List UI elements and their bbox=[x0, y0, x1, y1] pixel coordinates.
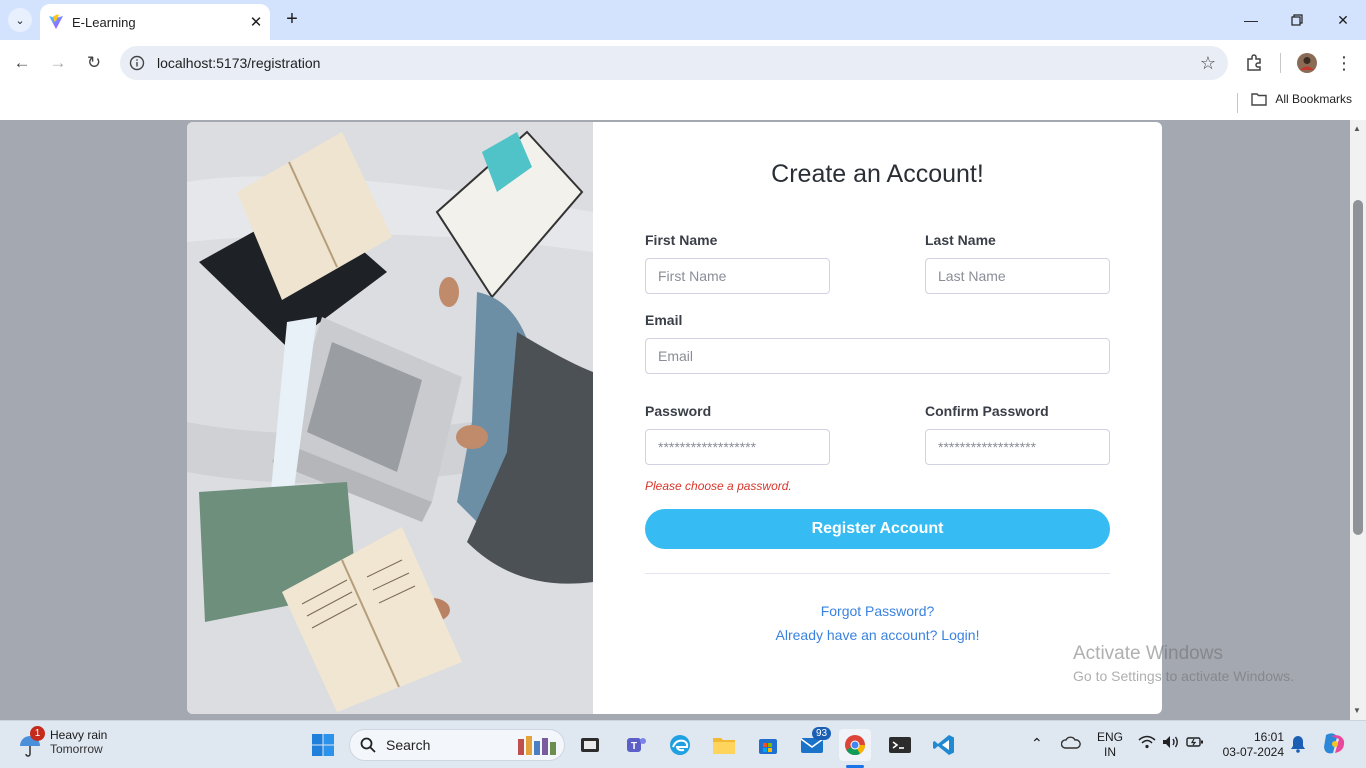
url-text: localhost:5173/registration bbox=[157, 55, 321, 71]
browser-toolbar: ← → ↻ localhost:5173/registration ☆ ⋮ bbox=[0, 40, 1366, 86]
language-code: ENG bbox=[1097, 730, 1124, 744]
mail-badge: 93 bbox=[812, 727, 832, 740]
folder-icon bbox=[1251, 93, 1268, 106]
toolbar-divider bbox=[1280, 53, 1281, 73]
activate-windows-title: Activate Windows bbox=[1073, 643, 1223, 664]
edge-icon[interactable] bbox=[664, 729, 696, 761]
back-button[interactable]: ← bbox=[8, 49, 36, 77]
page-scrollbar[interactable]: ▲ ▼ bbox=[1350, 120, 1366, 720]
volume-icon[interactable] bbox=[1162, 735, 1180, 752]
site-info-icon[interactable] bbox=[120, 55, 154, 71]
onedrive-sync-icon[interactable] bbox=[1060, 735, 1081, 754]
menu-kebab-icon[interactable]: ⋮ bbox=[1330, 49, 1358, 77]
email-field[interactable] bbox=[645, 338, 1110, 374]
weather-badge: 1 bbox=[30, 726, 45, 741]
scrollbar-thumb[interactable] bbox=[1353, 200, 1363, 535]
file-explorer-icon[interactable] bbox=[708, 729, 740, 761]
clock-date: 03-07-2024 bbox=[1222, 745, 1284, 759]
first-name-field[interactable] bbox=[645, 258, 830, 294]
terminal-icon[interactable] bbox=[884, 729, 916, 761]
all-bookmarks-label: All Bookmarks bbox=[1275, 92, 1352, 106]
windows-logo-icon bbox=[312, 734, 334, 756]
teams-icon[interactable]: T bbox=[620, 729, 652, 761]
page-viewport: Create an Account! First Name Last Name … bbox=[0, 120, 1350, 720]
forward-button[interactable]: → bbox=[44, 49, 72, 77]
chrome-icon[interactable] bbox=[839, 729, 871, 761]
mail-icon[interactable]: 93 bbox=[796, 727, 832, 761]
extensions-icon[interactable] bbox=[1240, 49, 1268, 77]
clock-time: 16:01 bbox=[1253, 730, 1284, 744]
vscode-icon[interactable] bbox=[928, 729, 960, 761]
bookmarks-bar: All Bookmarks bbox=[0, 86, 1366, 120]
language-indicator[interactable]: ENG IN bbox=[1097, 730, 1123, 760]
bookmark-star-icon[interactable]: ☆ bbox=[1188, 53, 1228, 74]
confirm-password-label: Confirm Password bbox=[925, 403, 1049, 419]
taskbar-search[interactable]: Search bbox=[349, 729, 565, 761]
registration-form: Create an Account! First Name Last Name … bbox=[593, 122, 1162, 714]
password-field[interactable] bbox=[645, 429, 830, 465]
close-tab-icon[interactable]: ✕ bbox=[242, 13, 270, 31]
tab-strip: ⌄ E-Learning ✕ + — ✕ bbox=[0, 0, 1366, 40]
tab-e-learning[interactable]: E-Learning ✕ bbox=[40, 4, 270, 40]
microsoft-store-icon[interactable] bbox=[752, 729, 784, 761]
notification-bell-icon[interactable] bbox=[1290, 735, 1306, 756]
last-name-field[interactable] bbox=[925, 258, 1110, 294]
windows-taskbar: 1 Heavy rain Tomorrow Search T 93 ⌃ ENG … bbox=[0, 720, 1366, 768]
show-hidden-icons-chevron-icon[interactable]: ⌃ bbox=[1031, 735, 1043, 752]
search-highlight-icon bbox=[518, 736, 556, 755]
restore-button[interactable] bbox=[1274, 0, 1320, 40]
email-label: Email bbox=[645, 312, 683, 328]
forgot-password-link[interactable]: Forgot Password? bbox=[593, 603, 1162, 619]
login-link[interactable]: Already have an account? Login! bbox=[593, 627, 1162, 643]
search-icon bbox=[360, 737, 376, 753]
weather-subtitle: Tomorrow bbox=[50, 742, 103, 756]
start-button[interactable] bbox=[307, 729, 339, 761]
scroll-up-arrow-icon[interactable]: ▲ bbox=[1353, 124, 1361, 133]
minimize-button[interactable]: — bbox=[1228, 0, 1274, 40]
bookmarks-divider bbox=[1237, 93, 1238, 113]
password-error-message: Please choose a password. bbox=[645, 479, 792, 493]
tab-search-button[interactable]: ⌄ bbox=[8, 8, 32, 32]
registration-card: Create an Account! First Name Last Name … bbox=[187, 122, 1162, 714]
weather-title: Heavy rain bbox=[50, 728, 108, 742]
register-account-button[interactable]: Register Account bbox=[645, 509, 1110, 549]
page-title: Create an Account! bbox=[771, 160, 984, 188]
scroll-down-arrow-icon[interactable]: ▼ bbox=[1353, 706, 1361, 715]
close-window-button[interactable]: ✕ bbox=[1320, 0, 1366, 40]
reload-button[interactable]: ↻ bbox=[80, 49, 108, 77]
region-code: IN bbox=[1104, 745, 1116, 759]
divider bbox=[645, 573, 1110, 574]
tab-title: E-Learning bbox=[72, 14, 136, 30]
wifi-icon[interactable] bbox=[1138, 735, 1156, 752]
restore-icon bbox=[1291, 14, 1303, 26]
clock[interactable]: 16:01 03-07-2024 bbox=[1220, 730, 1284, 760]
chevron-down-icon: ⌄ bbox=[15, 14, 25, 27]
profile-avatar[interactable] bbox=[1293, 49, 1321, 77]
address-bar[interactable]: localhost:5173/registration ☆ bbox=[120, 46, 1228, 80]
task-view-icon[interactable] bbox=[574, 729, 606, 761]
svg-text:T: T bbox=[631, 741, 637, 752]
password-label: Password bbox=[645, 403, 712, 419]
confirm-password-field[interactable] bbox=[925, 429, 1110, 465]
copilot-icon[interactable] bbox=[1321, 731, 1347, 760]
weather-widget[interactable]: 1 Heavy rain Tomorrow bbox=[18, 726, 108, 758]
new-tab-button[interactable]: + bbox=[280, 8, 304, 32]
all-bookmarks-button[interactable]: All Bookmarks bbox=[1251, 92, 1352, 106]
study-photo bbox=[187, 122, 593, 714]
last-name-label: Last Name bbox=[925, 232, 996, 248]
search-label: Search bbox=[386, 737, 431, 753]
first-name-label: First Name bbox=[645, 232, 718, 248]
vite-favicon-icon bbox=[49, 14, 63, 29]
activate-windows-subtitle: Go to Settings to activate Windows. bbox=[1073, 668, 1294, 684]
battery-icon[interactable] bbox=[1186, 735, 1204, 752]
